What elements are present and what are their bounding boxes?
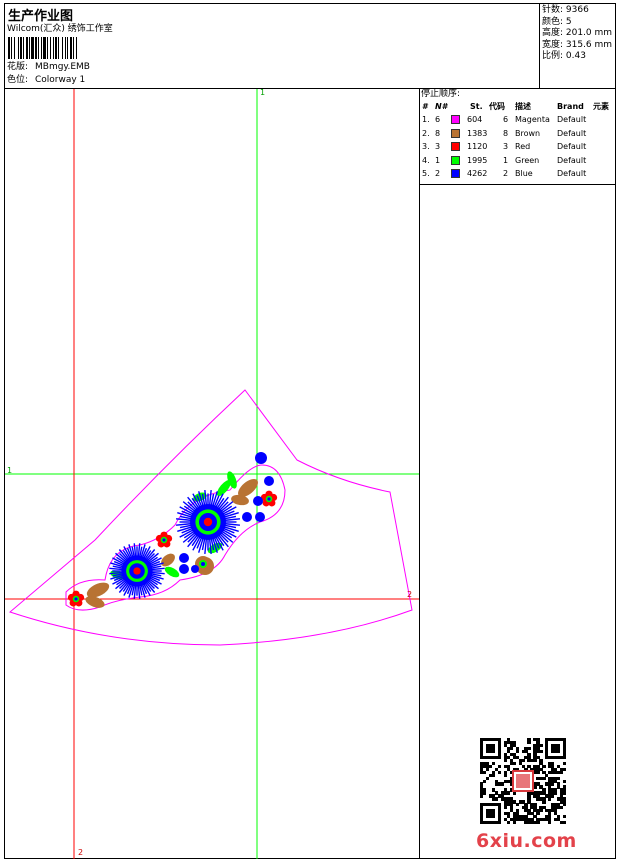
large-flower-center xyxy=(203,517,213,527)
qr-module xyxy=(521,758,525,762)
qr-module xyxy=(563,821,567,825)
qr-module xyxy=(491,761,496,765)
qr-module xyxy=(560,806,564,810)
brown-leaf xyxy=(161,553,175,567)
qr-module xyxy=(480,794,484,798)
qr-module xyxy=(491,749,496,754)
qr-module xyxy=(539,809,543,813)
qr-module xyxy=(512,821,516,825)
qr-module xyxy=(554,791,558,795)
qr-module xyxy=(536,812,540,816)
qr-module xyxy=(533,758,537,762)
qr-module xyxy=(563,761,567,765)
large-flower-ray xyxy=(204,538,208,555)
qr-module xyxy=(500,782,504,786)
blue-bead xyxy=(255,512,265,522)
large-flower-center xyxy=(133,567,141,575)
qr-module xyxy=(482,791,487,795)
qr-module xyxy=(506,821,510,825)
blue-bead xyxy=(191,565,199,573)
blue-bead xyxy=(264,476,274,486)
qr-module xyxy=(497,764,502,768)
qr-module xyxy=(548,797,552,801)
qr-module xyxy=(527,746,531,751)
qr-module xyxy=(542,764,546,768)
qr-module xyxy=(503,773,507,777)
blue-bead xyxy=(179,553,189,563)
qr-module xyxy=(563,755,567,760)
qr-module xyxy=(482,779,487,783)
qr-module xyxy=(536,770,540,774)
large-flower-ray xyxy=(175,518,192,522)
qr-code xyxy=(480,738,567,825)
qr-module xyxy=(560,770,564,774)
large-flower-ray xyxy=(175,522,192,526)
qr-module xyxy=(563,791,567,795)
qr-module xyxy=(497,770,502,774)
design-canvas xyxy=(5,89,419,859)
guide-label-horizontal-green: 1 xyxy=(7,466,13,475)
qr-module xyxy=(563,779,567,783)
qr-module xyxy=(542,776,546,780)
qr-module xyxy=(491,773,496,777)
watermark-logo: 6xiu.com xyxy=(476,830,577,852)
guide-label-vertical-green: 1 xyxy=(260,88,266,97)
guide-label-horizontal-red: 2 xyxy=(407,590,413,599)
qr-module xyxy=(509,746,513,751)
qr-module xyxy=(557,749,561,754)
blue-bead xyxy=(242,512,252,522)
blue-bead xyxy=(253,496,263,506)
green-leaf xyxy=(164,566,180,578)
qr-module xyxy=(551,794,555,798)
qr-module xyxy=(503,758,507,762)
blue-bead xyxy=(255,452,267,464)
large-flower-ray xyxy=(224,518,241,522)
qr-module xyxy=(515,803,519,807)
qr-module xyxy=(542,800,546,804)
qr-module xyxy=(494,797,499,801)
large-flower-ray xyxy=(208,489,212,506)
qr-module xyxy=(539,743,543,748)
red-flower-dot xyxy=(74,597,78,601)
large-flower-ray xyxy=(204,489,208,506)
qr-module xyxy=(563,815,567,819)
qr-module xyxy=(563,767,567,771)
qr-module xyxy=(527,740,531,745)
qr-module xyxy=(485,776,490,780)
qr-module xyxy=(503,806,507,810)
qr-module xyxy=(482,770,487,774)
large-flower-ray xyxy=(224,522,241,526)
brown-flower-dot xyxy=(201,562,205,566)
seal-stamp xyxy=(512,770,534,792)
qr-module xyxy=(506,791,510,795)
blue-bead xyxy=(179,564,189,574)
guide-label-vertical-red: 2 xyxy=(78,848,84,857)
red-flower-dot xyxy=(162,538,166,542)
qr-module xyxy=(551,782,555,786)
qr-module xyxy=(557,776,561,780)
qr-module xyxy=(485,767,490,771)
qr-module xyxy=(491,815,496,819)
qr-module xyxy=(512,761,516,765)
qr-module xyxy=(488,764,493,768)
qr-module xyxy=(497,821,502,825)
qr-module xyxy=(515,749,519,754)
qr-module xyxy=(563,803,567,807)
qr-module xyxy=(548,821,552,825)
qr-module xyxy=(539,749,543,754)
qr-module xyxy=(497,755,502,760)
qr-module xyxy=(536,821,540,825)
red-flower-dot xyxy=(267,497,271,501)
